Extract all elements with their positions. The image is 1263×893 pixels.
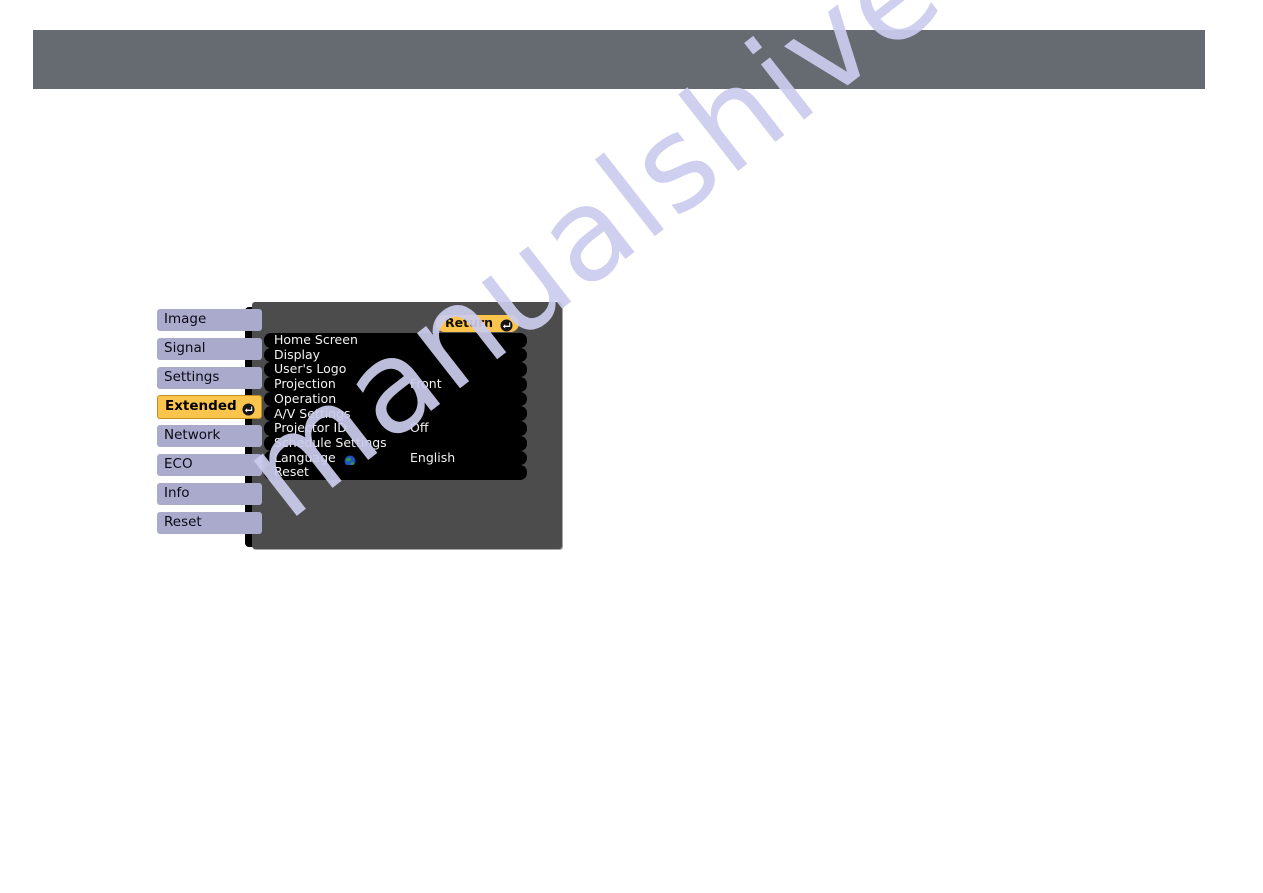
return-button-label: Return <box>445 315 494 331</box>
menu-item-value: Off <box>410 420 429 436</box>
menu-item-label: Reset <box>274 464 309 480</box>
sidebar-item-info[interactable]: Info <box>157 483 262 505</box>
sidebar-item-settings[interactable]: Settings <box>157 367 262 389</box>
menu-item-label: Home Screen <box>274 332 358 348</box>
menu-item-reset[interactable]: Reset <box>264 465 527 480</box>
menu-item-projection[interactable]: Projection Front <box>264 377 527 392</box>
sidebar-item-signal[interactable]: Signal <box>157 338 262 360</box>
sidebar-item-label: ECO <box>164 456 193 473</box>
menu-item-home-screen[interactable]: Home Screen <box>264 333 527 348</box>
menu-item-projector-id[interactable]: Projector ID Off <box>264 421 527 436</box>
header-band <box>33 30 1205 89</box>
menu-item-label: Schedule Settings <box>274 434 387 450</box>
menu-item-users-logo[interactable]: User's Logo <box>264 361 527 378</box>
sidebar-item-label: Info <box>164 485 190 502</box>
sidebar-item-label: Signal <box>164 340 206 357</box>
menu-item-display[interactable]: Display <box>264 346 527 363</box>
osd-item-list: Home Screen Display User's Logo Projecti… <box>264 333 527 480</box>
enter-icon <box>500 317 513 332</box>
menu-item-operation[interactable]: Operation <box>264 390 527 407</box>
enter-icon <box>242 401 255 416</box>
menu-item-label: Operation <box>274 390 337 406</box>
menu-item-label: A/V Settings <box>274 405 351 421</box>
sidebar-item-reset[interactable]: Reset <box>157 512 262 534</box>
sidebar-item-label: Network <box>164 427 221 444</box>
projector-osd-menu: Image Signal Settings Extended Network E… <box>157 302 567 552</box>
menu-item-label: Projection <box>274 376 336 392</box>
menu-item-av-settings[interactable]: A/V Settings <box>264 405 527 422</box>
sidebar-item-label: Image <box>164 311 207 328</box>
sidebar-item-label: Settings <box>164 369 220 386</box>
sidebar-item-label: Extended <box>165 398 237 415</box>
menu-item-value: English <box>410 449 456 465</box>
menu-item-label: Language <box>274 449 336 465</box>
menu-item-label: Display <box>274 346 321 362</box>
sidebar-item-image[interactable]: Image <box>157 309 262 331</box>
menu-item-language[interactable]: Language English <box>264 449 527 467</box>
sidebar-item-extended[interactable]: Extended <box>157 395 262 419</box>
sidebar-item-eco[interactable]: ECO <box>157 454 262 476</box>
menu-item-schedule-settings[interactable]: Schedule Settings <box>264 434 527 451</box>
globe-icon <box>344 452 356 467</box>
sidebar-item-label: Reset <box>164 514 202 531</box>
osd-tab-list: Image Signal Settings Extended Network E… <box>157 309 262 541</box>
menu-item-value: Front <box>410 376 442 392</box>
return-button[interactable]: Return <box>436 315 520 332</box>
sidebar-item-network[interactable]: Network <box>157 425 262 447</box>
menu-item-label: Projector ID <box>274 420 347 436</box>
menu-item-label: User's Logo <box>274 361 347 377</box>
